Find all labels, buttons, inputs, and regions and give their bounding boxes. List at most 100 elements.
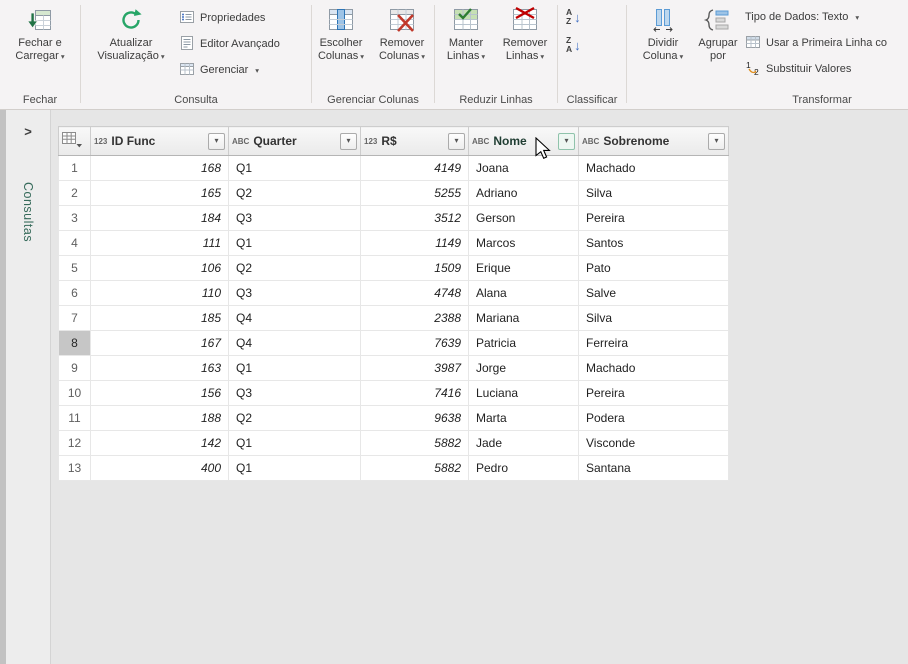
cell-id-func[interactable]: 167 [91,331,229,356]
cell-nome[interactable]: Alana [469,281,579,306]
cell-sobrenome[interactable]: Machado [579,156,729,181]
cell-quarter[interactable]: Q1 [229,456,361,481]
cell-id-func[interactable]: 165 [91,181,229,206]
properties-button[interactable]: Propriedades [179,8,265,28]
row-number[interactable]: 1 [59,156,91,181]
cell-sobrenome[interactable]: Ferreira [579,331,729,356]
keep-rows-button[interactable]: Manter Linhas▾ [438,5,494,63]
cell-quarter[interactable]: Q1 [229,156,361,181]
column-header-r[interactable]: 123R$▾ [361,127,469,156]
cell-quarter[interactable]: Q3 [229,206,361,231]
row-number[interactable]: 8 [59,331,91,356]
cell-nome[interactable]: Mariana [469,306,579,331]
split-column-button[interactable]: Dividir Coluna▾ [635,5,691,63]
cell-nome[interactable]: Jade [469,431,579,456]
number-type-icon[interactable]: 123 [94,137,107,146]
row-number[interactable]: 2 [59,181,91,206]
cell-nome[interactable]: Patricia [469,331,579,356]
filter-dropdown-button[interactable]: ▾ [208,133,225,150]
cell-r[interactable]: 9638 [361,406,469,431]
cell-quarter[interactable]: Q1 [229,356,361,381]
cell-id-func[interactable]: 110 [91,281,229,306]
cell-id-func[interactable]: 142 [91,431,229,456]
cell-sobrenome[interactable]: Visconde [579,431,729,456]
row-number[interactable]: 9 [59,356,91,381]
column-header-sobrenome[interactable]: ABCSobrenome▾ [579,127,729,156]
cell-quarter[interactable]: Q2 [229,181,361,206]
cell-quarter[interactable]: Q3 [229,281,361,306]
cell-id-func[interactable]: 168 [91,156,229,181]
cell-quarter[interactable]: Q4 [229,331,361,356]
row-number[interactable]: 11 [59,406,91,431]
remove-columns-button[interactable]: Remover Colunas▾ [373,5,431,63]
text-type-icon[interactable]: ABC [582,137,599,146]
sort-ascending-button[interactable]: AZ ↓ [566,8,581,26]
column-header-quarter[interactable]: ABCQuarter▾ [229,127,361,156]
cell-id-func[interactable]: 111 [91,231,229,256]
cell-quarter[interactable]: Q1 [229,231,361,256]
select-all-button[interactable] [59,127,91,156]
cell-quarter[interactable]: Q3 [229,381,361,406]
cell-r[interactable]: 7416 [361,381,469,406]
row-number[interactable]: 7 [59,306,91,331]
cell-sobrenome[interactable]: Silva [579,306,729,331]
cell-nome[interactable]: Joana [469,156,579,181]
expand-queries-pane-button[interactable]: > [20,124,36,139]
choose-columns-button[interactable]: Escolher Colunas▾ [312,5,370,63]
row-number[interactable]: 12 [59,431,91,456]
queries-pane-label[interactable]: Consultas [21,182,35,242]
cell-quarter[interactable]: Q2 [229,406,361,431]
refresh-preview-button[interactable]: Atualizar Visualização▾ [91,5,171,63]
filter-dropdown-button[interactable]: ▾ [558,133,575,150]
use-first-row-button[interactable]: Usar a Primeira Linha co [745,33,887,53]
sort-descending-button[interactable]: ZA ↓ [566,36,581,54]
cell-id-func[interactable]: 156 [91,381,229,406]
cell-r[interactable]: 5882 [361,431,469,456]
cell-sobrenome[interactable]: Machado [579,356,729,381]
text-type-icon[interactable]: ABC [232,137,249,146]
cell-sobrenome[interactable]: Pereira [579,206,729,231]
text-type-icon[interactable]: ABC [472,137,489,146]
cell-sobrenome[interactable]: Santana [579,456,729,481]
cell-sobrenome[interactable]: Salve [579,281,729,306]
cell-nome[interactable]: Erique [469,256,579,281]
cell-sobrenome[interactable]: Pato [579,256,729,281]
row-number[interactable]: 13 [59,456,91,481]
filter-dropdown-button[interactable]: ▾ [340,133,357,150]
cell-id-func[interactable]: 188 [91,406,229,431]
filter-dropdown-button[interactable]: ▾ [708,133,725,150]
cell-sobrenome[interactable]: Santos [579,231,729,256]
cell-id-func[interactable]: 184 [91,206,229,231]
cell-r[interactable]: 4149 [361,156,469,181]
cell-r[interactable]: 5882 [361,456,469,481]
cell-id-func[interactable]: 106 [91,256,229,281]
row-number[interactable]: 5 [59,256,91,281]
cell-nome[interactable]: Luciana [469,381,579,406]
cell-quarter[interactable]: Q2 [229,256,361,281]
filter-dropdown-button[interactable]: ▾ [448,133,465,150]
cell-sobrenome[interactable]: Pereira [579,381,729,406]
cell-sobrenome[interactable]: Silva [579,181,729,206]
cell-nome[interactable]: Jorge [469,356,579,381]
cell-nome[interactable]: Marcos [469,231,579,256]
cell-r[interactable]: 2388 [361,306,469,331]
cell-r[interactable]: 7639 [361,331,469,356]
cell-id-func[interactable]: 185 [91,306,229,331]
cell-r[interactable]: 3987 [361,356,469,381]
replace-values-button[interactable]: 1 2 Substituir Valores [745,59,851,79]
column-header-id-func[interactable]: 123ID Func▾ [91,127,229,156]
cell-r[interactable]: 3512 [361,206,469,231]
group-by-button[interactable]: Agrupar por [693,5,743,63]
cell-nome[interactable]: Adriano [469,181,579,206]
advanced-editor-button[interactable]: Editor Avançado [179,34,280,54]
row-number[interactable]: 6 [59,281,91,306]
data-type-button[interactable]: Tipo de Dados: Texto ▾ [745,7,859,27]
manage-button[interactable]: Gerenciar ▾ [179,60,259,80]
cell-nome[interactable]: Pedro [469,456,579,481]
cell-r[interactable]: 1509 [361,256,469,281]
remove-rows-button[interactable]: Remover Linhas▾ [496,5,554,63]
cell-r[interactable]: 5255 [361,181,469,206]
cell-nome[interactable]: Gerson [469,206,579,231]
column-header-nome[interactable]: ABCNome▾ [469,127,579,156]
number-type-icon[interactable]: 123 [364,137,377,146]
